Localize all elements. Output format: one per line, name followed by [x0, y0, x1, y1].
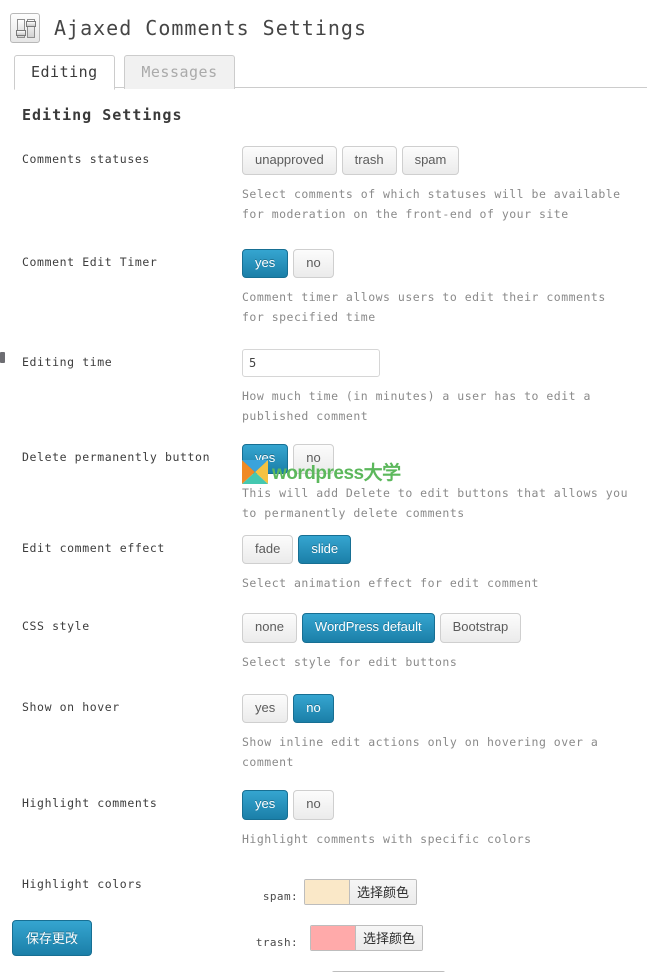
row-help-text: How much time (in minutes) a user has to…: [242, 389, 591, 424]
row-label: CSS style: [22, 619, 90, 634]
button-group-show-on-hover: yes no: [242, 693, 647, 724]
row-help-text: Highlight comments with specific colors: [242, 831, 532, 846]
tab-bar: Editing Messages: [14, 54, 647, 90]
button-group-highlight-comments: yes no: [242, 790, 647, 820]
row-help-text: Show inline edit actions only on hoverin…: [242, 735, 599, 770]
sliders-settings-icon: [10, 13, 40, 43]
pick-color-button-trash[interactable]: 选择颜色: [355, 925, 423, 950]
page-title: Ajaxed Comments Settings: [54, 16, 367, 40]
button-group-edit-comment-effect: fade slide: [242, 534, 647, 565]
color-picker-spam: spam: 选择颜色: [242, 878, 647, 905]
option-no[interactable]: no: [293, 693, 334, 724]
setting-row-delete-permanently: Delete permanently button yes no This wi…: [22, 444, 647, 523]
option-wordpress-default[interactable]: WordPress default: [301, 613, 435, 643]
option-spam[interactable]: spam: [401, 146, 460, 176]
row-label: Edit comment effect: [22, 540, 165, 555]
button-group-delete-permanently: yes no: [242, 444, 647, 474]
option-no[interactable]: no: [293, 248, 334, 278]
row-label: Delete permanently button: [22, 450, 211, 465]
option-trash[interactable]: trash: [341, 146, 397, 176]
setting-row-css-style: CSS style none WordPress default Bootstr…: [22, 613, 647, 671]
row-help-text: Select comments of which statuses will b…: [242, 187, 621, 222]
settings-page: Ajaxed Comments Settings Editing Message…: [0, 0, 647, 972]
scroll-indicator: [0, 352, 5, 363]
option-no[interactable]: no: [293, 790, 334, 820]
option-unapproved[interactable]: unapproved: [242, 146, 337, 176]
editing-time-input[interactable]: [242, 349, 380, 378]
row-label: Comments statuses: [22, 152, 150, 166]
settings-form: Editing Settings Comments statuses unapp…: [0, 88, 647, 972]
row-label: Comment Edit Timer: [22, 254, 158, 269]
setting-row-edit-comment-effect: Edit comment effect fade slide Select an…: [22, 534, 647, 593]
color-label: spam:: [262, 889, 298, 903]
option-yes[interactable]: yes: [242, 444, 289, 474]
option-slide[interactable]: slide: [298, 534, 352, 565]
color-picker-trash: trash: 选择颜色: [242, 924, 647, 951]
button-group-comment-edit-timer: yes no: [242, 248, 647, 278]
setting-row-highlight-colors: Highlight colors spam: 选择颜色 trash: 选择颜色: [22, 871, 647, 972]
row-help-text: Comment timer allows users to edit their…: [242, 289, 606, 324]
section-title: Editing Settings: [22, 106, 183, 124]
row-label: Editing time: [22, 355, 113, 370]
setting-row-show-on-hover: Show on hover yes no Show inline edit ac…: [22, 693, 647, 773]
tab-editing[interactable]: Editing: [14, 55, 115, 90]
row-label: Highlight comments: [22, 796, 158, 811]
row-help-text: Select style for edit buttons: [242, 654, 458, 669]
color-label: trash:: [255, 935, 298, 949]
save-changes-button[interactable]: 保存更改: [12, 920, 93, 956]
setting-row-comments-statuses: Comments statuses unapproved trash spam …: [22, 146, 647, 225]
option-none[interactable]: none: [242, 613, 297, 643]
color-swatch-spam[interactable]: [305, 879, 349, 904]
option-bootstrap[interactable]: Bootstrap: [439, 613, 522, 643]
setting-row-highlight-comments: Highlight comments yes no Highlight comm…: [22, 790, 647, 848]
page-header: Ajaxed Comments Settings: [0, 0, 647, 46]
tab-messages[interactable]: Messages: [124, 55, 235, 89]
row-help-text: Select animation effect for edit comment: [242, 576, 539, 591]
option-yes[interactable]: yes: [242, 790, 289, 820]
setting-row-editing-time: Editing time How much time (in minutes) …: [22, 349, 647, 426]
pick-color-button-spam[interactable]: 选择颜色: [349, 879, 417, 904]
row-help-text: This will add Delete to edit buttons tha…: [242, 485, 629, 520]
option-yes[interactable]: yes: [242, 248, 289, 278]
row-label: Show on hover: [22, 699, 120, 714]
option-no[interactable]: no: [293, 444, 334, 474]
option-yes[interactable]: yes: [242, 693, 289, 724]
button-group-css-style: none WordPress default Bootstrap: [242, 613, 647, 643]
setting-row-comment-edit-timer: Comment Edit Timer yes no Comment timer …: [22, 248, 647, 328]
option-fade[interactable]: fade: [242, 534, 294, 565]
button-group-comments-statuses: unapproved trash spam: [242, 146, 647, 176]
color-swatch-trash[interactable]: [311, 925, 355, 950]
